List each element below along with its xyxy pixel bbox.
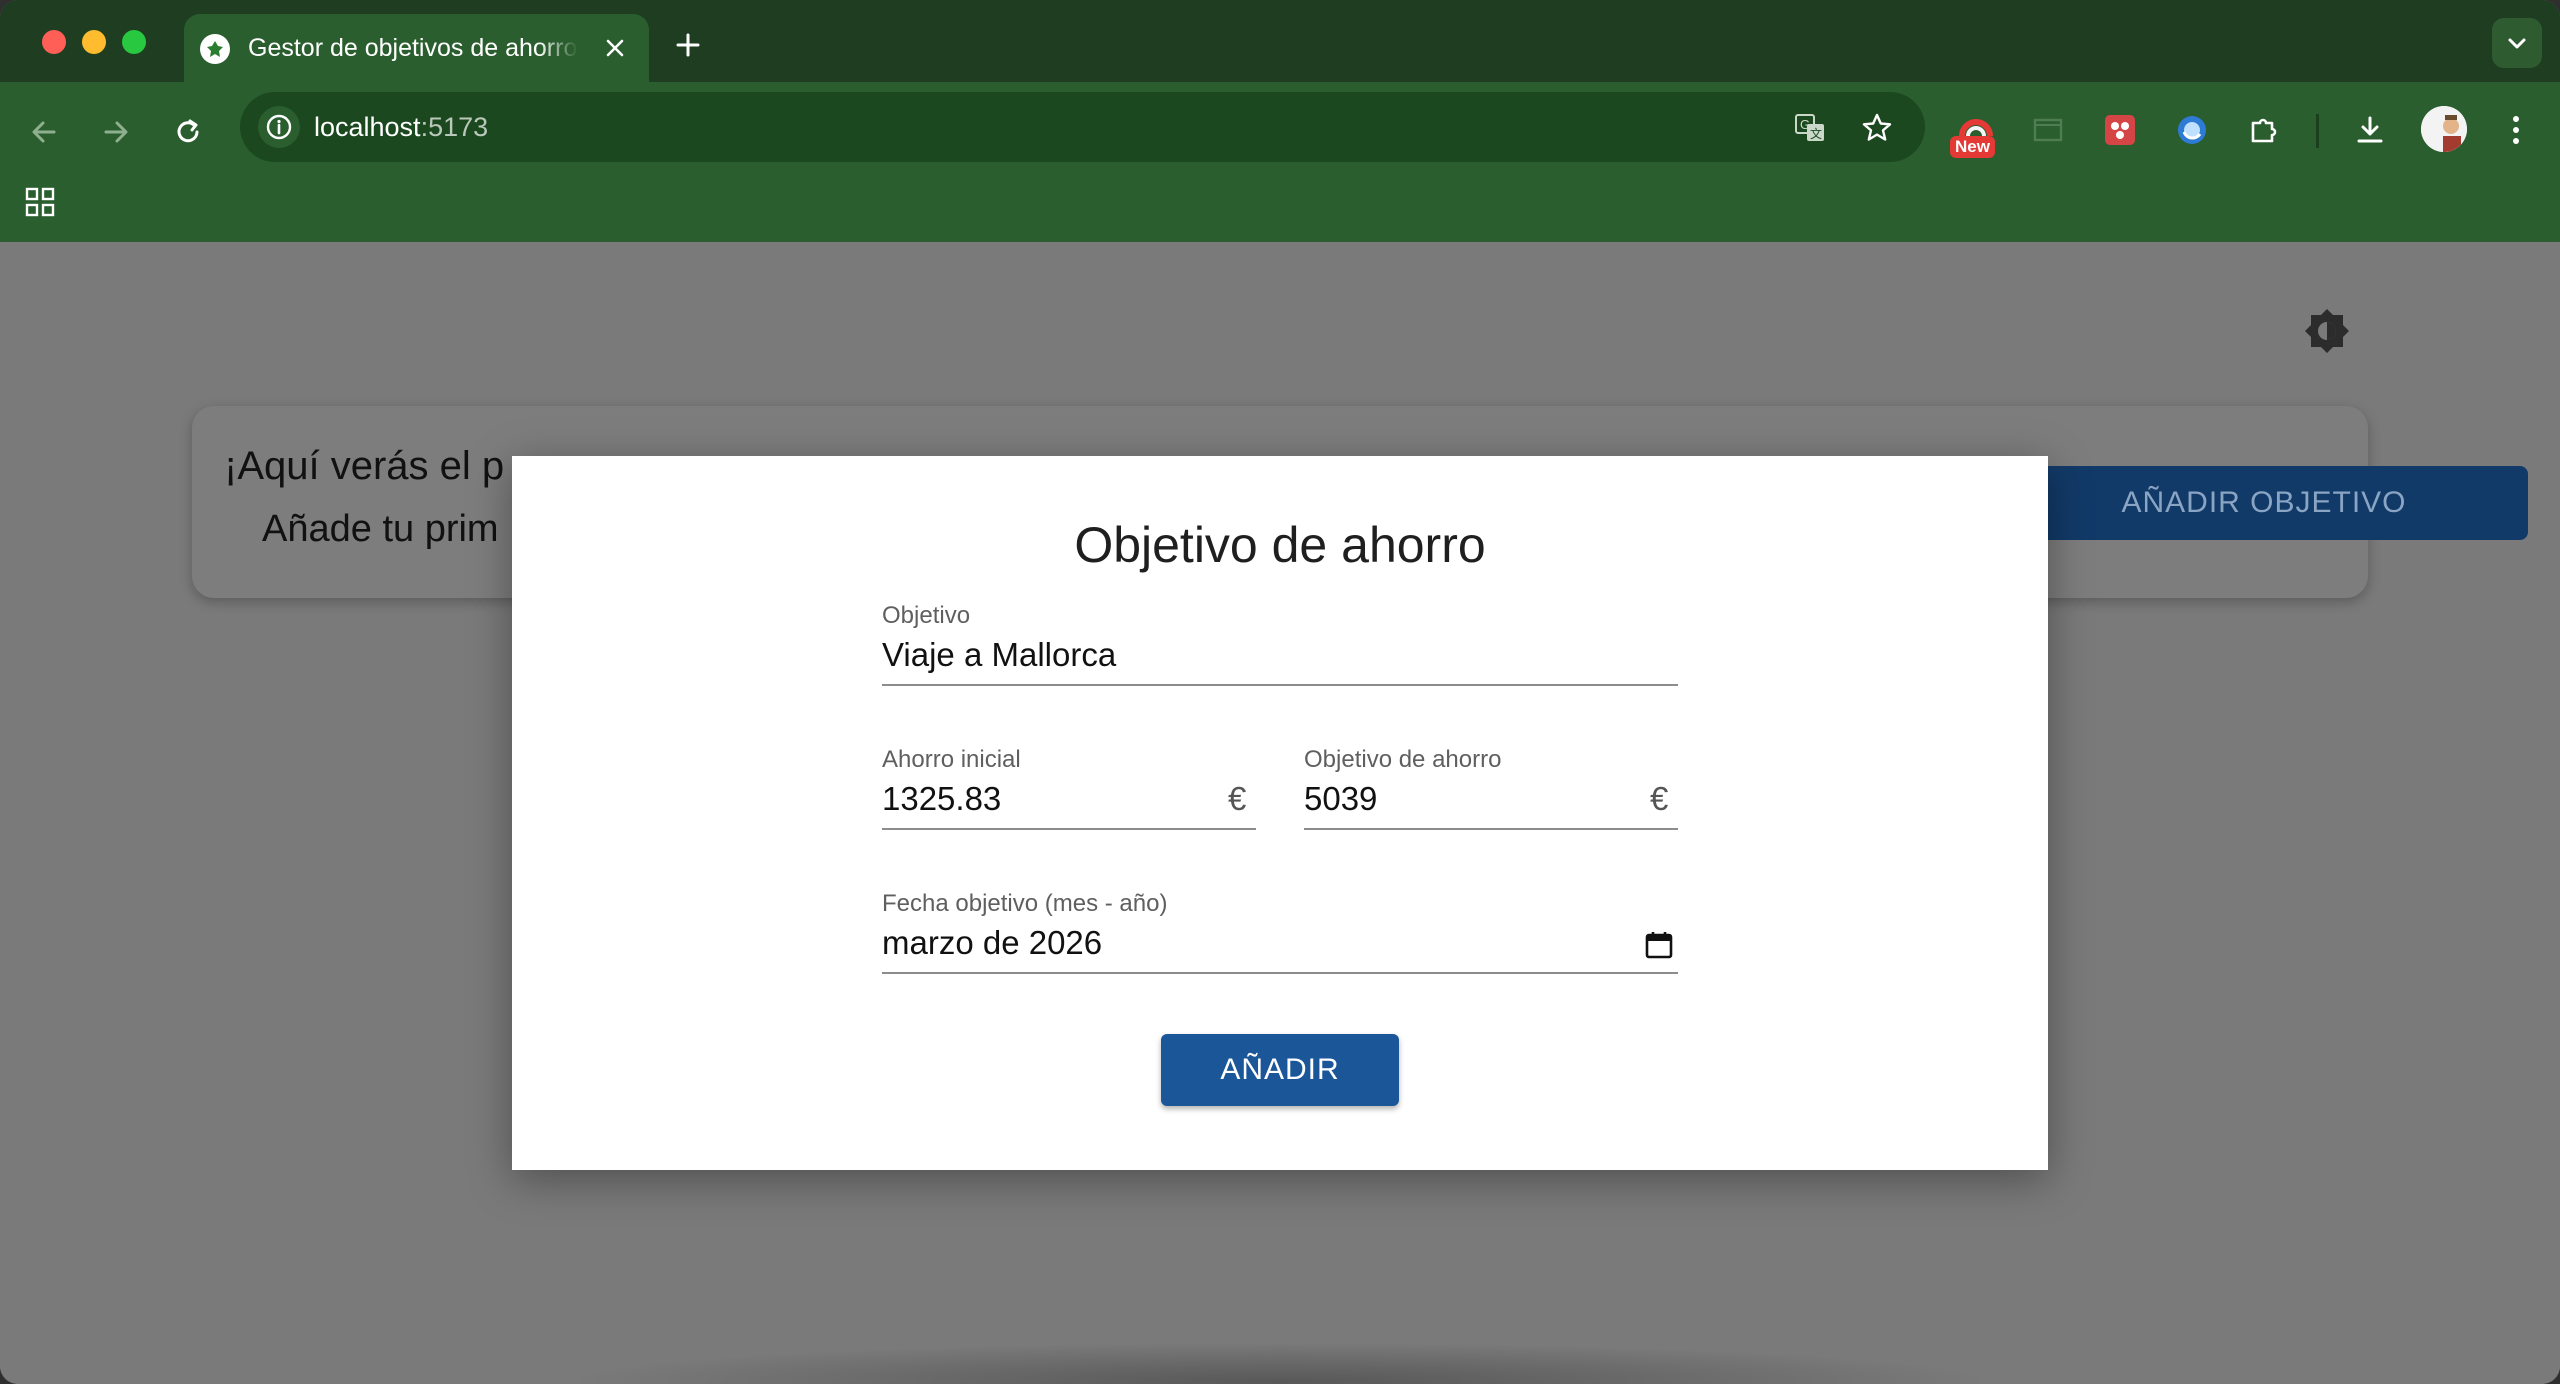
arrow-left-icon[interactable] [18,106,70,158]
add-button[interactable]: AÑADIR [1161,1034,1399,1106]
ahorro-inicial-field: Ahorro inicial € [882,746,1256,830]
objetivo-input[interactable] [882,626,1678,686]
dialog-title: Objetivo de ahorro [1074,517,1486,573]
ahorro-inicial-input[interactable] [882,770,1256,830]
extension-blue-icon[interactable] [2166,104,2218,156]
maximize-window-button[interactable] [122,30,146,54]
extension-new-badge: New [1950,136,1995,158]
fecha-input[interactable] [882,914,1678,974]
translate-icon[interactable]: G文 [1788,106,1832,150]
browser-toolbar: localhost:5173 G文 New [0,82,2560,242]
close-window-button[interactable] [42,30,66,54]
calendar-icon[interactable] [1642,928,1676,962]
tab-search-button[interactable] [2492,18,2542,68]
browser-window: Gestor de objetivos de ahorro localhost:… [0,0,2560,1384]
minimize-window-button[interactable] [82,30,106,54]
tab-active[interactable]: Gestor de objetivos de ahorro [184,14,649,82]
url-port: :5173 [420,112,489,142]
empty-state-title: ¡Aquí verás el p [224,444,505,488]
objetivo-ahorro-field: Objetivo de ahorro € [1304,746,1678,830]
fecha-field: Fecha objetivo (mes - año) [882,890,1678,974]
reload-icon[interactable] [162,106,214,158]
brightness-icon[interactable] [2302,306,2352,356]
arrow-right-icon[interactable] [90,106,142,158]
toolbar-separator [2316,114,2319,148]
close-tab-icon[interactable] [598,31,632,65]
kebab-menu-icon[interactable] [2490,104,2542,156]
objetivo-ahorro-input[interactable] [1304,770,1678,830]
new-tab-icon[interactable] [668,25,708,65]
info-icon[interactable] [258,106,300,148]
tab-strip: Gestor de objetivos de ahorro [0,0,2560,82]
puzzle-extensions-icon[interactable] [2238,104,2290,156]
url-text[interactable]: localhost:5173 [314,108,488,146]
avatar[interactable] [2421,106,2467,152]
objetivo-field: Objetivo [882,602,1678,686]
extension-new-icon[interactable]: New [1950,104,2002,158]
euro-suffix: € [1228,780,1247,817]
download-icon[interactable] [2344,104,2396,156]
goal-dialog: Objetivo de ahorro Objetivo Ahorro inici… [512,456,2048,1170]
empty-state-subtitle: Añade tu prim [262,508,499,550]
apps-grid-icon[interactable] [20,182,60,222]
svg-text:文: 文 [1810,126,1822,141]
address-bar[interactable]: localhost:5173 G文 [240,92,1925,162]
url-host: localhost [314,112,421,142]
tab-title: Gestor de objetivos de ahorro [248,34,578,62]
extension-red-icon[interactable] [2094,104,2146,156]
chevron-down-icon [2508,38,2526,49]
screen-capture-icon[interactable] [2022,104,2074,156]
euro-suffix: € [1650,780,1669,817]
favicon-icon [200,34,230,64]
add-goal-button[interactable]: AÑADIR OBJETIVO [2000,466,2528,540]
star-icon[interactable] [1855,106,1899,150]
page-shadow [560,1342,2000,1384]
